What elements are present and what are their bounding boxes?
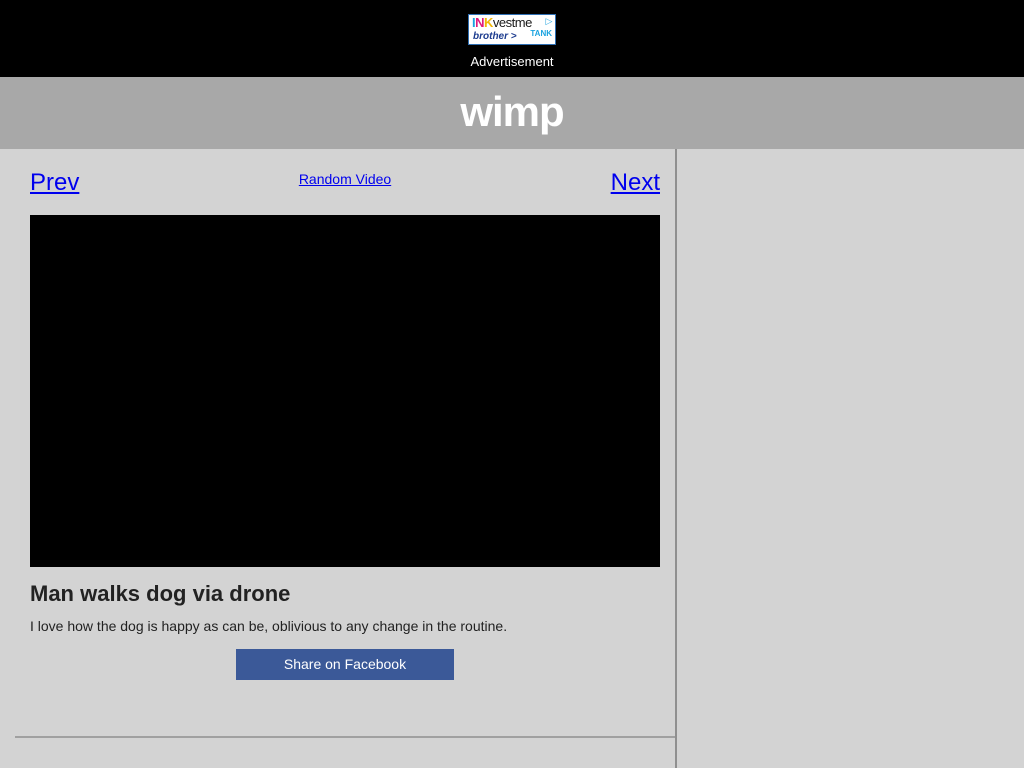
share-on-facebook-button[interactable]: Share on Facebook [236,649,454,680]
sidebar [677,149,1024,768]
ad-banner-brand: INKvestme [472,16,532,30]
main-column: Prev Random Video Next Man walks dog via… [0,149,676,768]
ad-label: Advertisement [470,54,554,69]
video-player[interactable] [30,215,660,567]
site-logo[interactable]: wimp [0,88,1024,136]
ad-banner-subbrand: brother > [473,31,517,42]
bottom-divider [15,736,675,738]
site-header: wimp [0,77,1024,149]
video-title: Man walks dog via drone [30,581,291,606]
ad-bar: INKvestme brother > TANK ▷ Advertisement [0,0,1024,77]
ad-banner[interactable]: INKvestme brother > TANK ▷ [468,14,556,45]
adchoices-triangle-icon[interactable]: ▷ [544,16,554,26]
ad-brand-rest: vestme [492,15,532,30]
video-description: I love how the dog is happy as can be, o… [30,618,508,634]
ad-brand-letter-k: K [484,15,493,30]
random-video-link[interactable]: Random Video [0,171,690,187]
next-link[interactable]: Next [611,169,660,197]
ad-banner-tank: TANK [530,29,552,38]
ad-brand-letter-n: N [475,15,485,30]
